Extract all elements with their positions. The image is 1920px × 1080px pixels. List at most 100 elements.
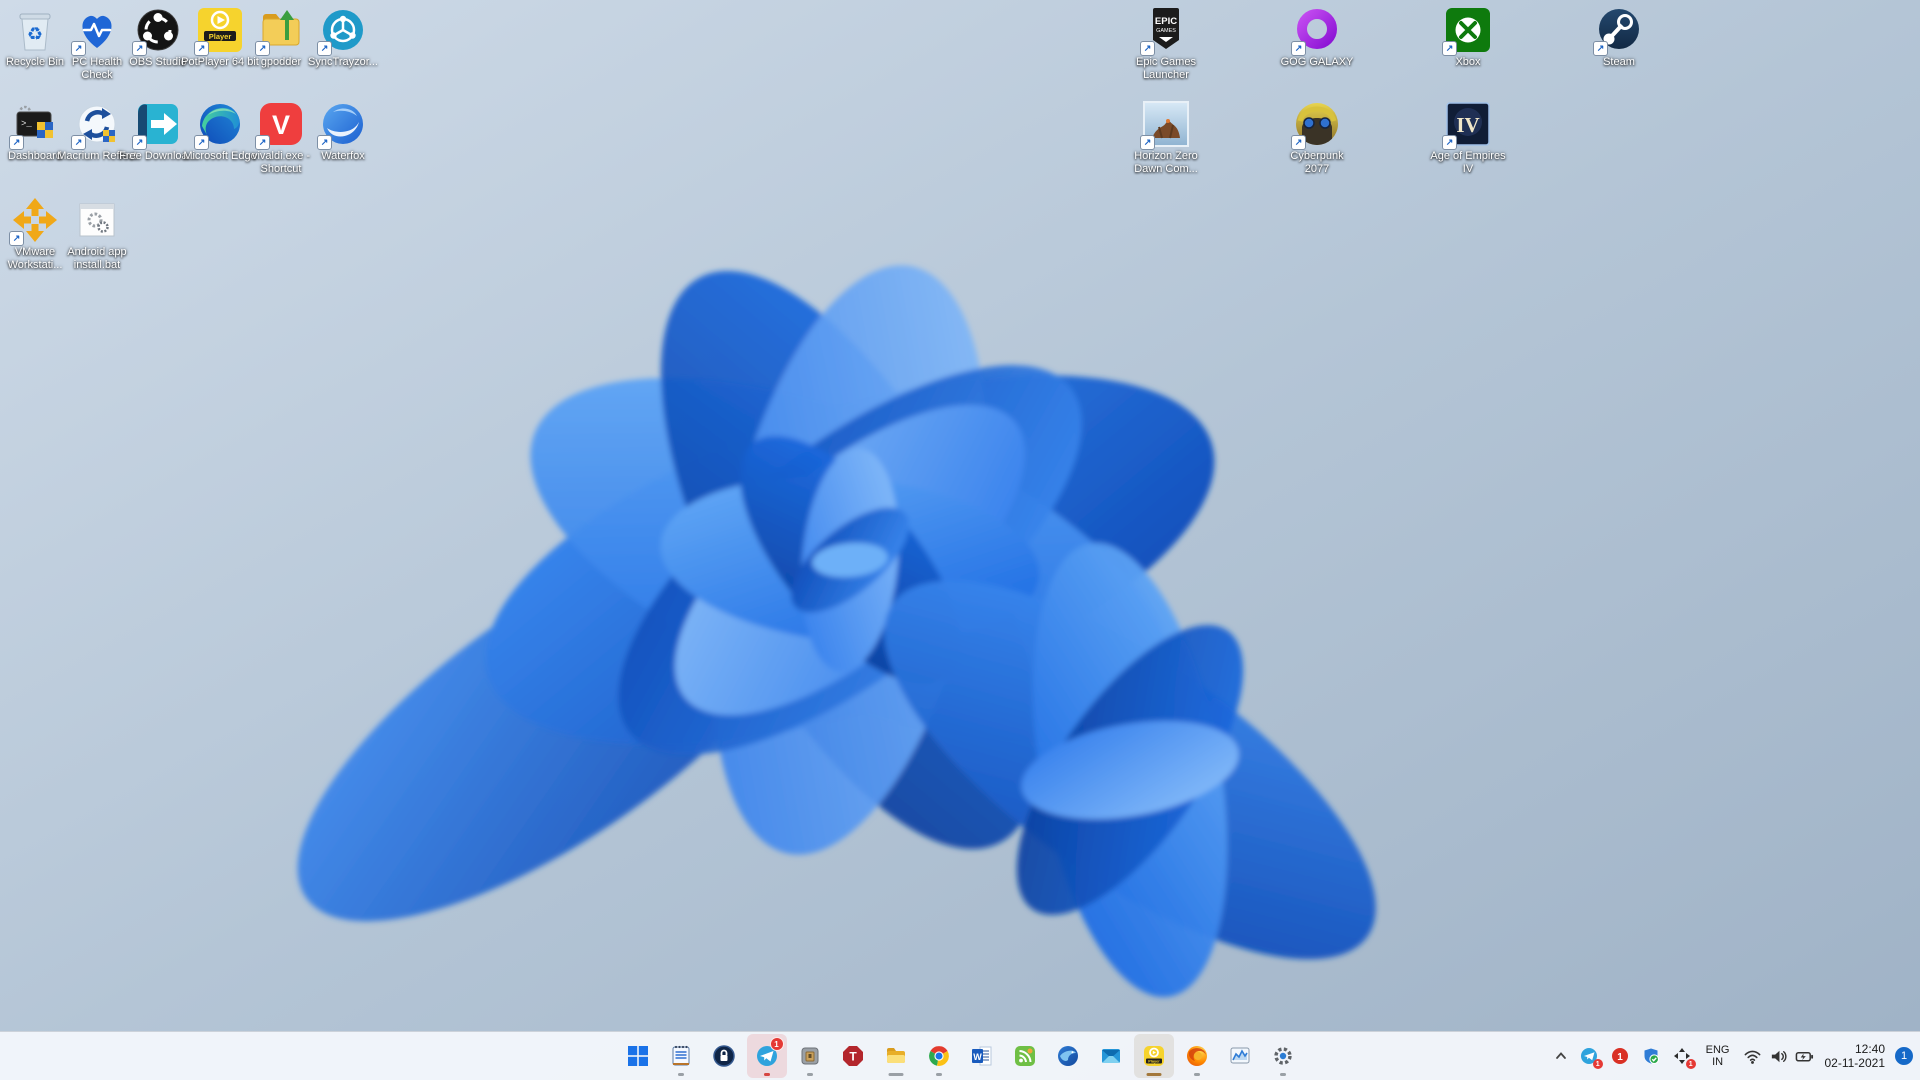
shortcut-arrow-overlay: ↗ [255, 41, 270, 56]
gpodder-folder-icon: ↗ [255, 6, 305, 56]
tray-chevron-up[interactable] [1549, 1036, 1573, 1076]
desktop-icon-steam[interactable]: ↗ Steam [1579, 6, 1659, 69]
shortcut-arrow-overlay: ↗ [1140, 41, 1155, 56]
taskbar-rss-reader[interactable] [1005, 1034, 1045, 1078]
epic-text-bottom: GAMES [1156, 28, 1176, 34]
tray-windows-security[interactable] [1636, 1036, 1666, 1076]
task-manager-icon [1230, 1047, 1249, 1064]
language-line1: ENG [1705, 1044, 1730, 1056]
macrium-reflect-icon: ↗ [71, 100, 121, 150]
desktop-icon-android-app-install[interactable]: Android app install.bat [57, 196, 137, 272]
firefox-icon [1186, 1046, 1207, 1066]
icon-label: Dashboard [8, 150, 62, 162]
icon-label: Xbox [1455, 56, 1481, 68]
icon-label: Cyberpunk 2077 [1290, 150, 1344, 175]
taskbar-keepass[interactable] [704, 1034, 744, 1078]
icon-label: gpodder [260, 56, 302, 68]
taskbar-task-manager[interactable] [1220, 1034, 1260, 1078]
shortcut-arrow-overlay: ↗ [317, 41, 332, 56]
shortcut-arrow-overlay: ↗ [1291, 135, 1306, 150]
taskbar-word[interactable]: W [962, 1034, 1002, 1078]
tray-language-switcher[interactable]: ENG IN [1698, 1036, 1738, 1076]
shortcut-arrow-overlay: ↗ [1593, 41, 1608, 56]
keepass-lock-icon [712, 1045, 735, 1067]
taskbar-firefox[interactable] [1177, 1034, 1217, 1078]
language-line2: IN [1712, 1056, 1724, 1068]
desktop-icon-xbox[interactable]: ↗ Xbox [1428, 6, 1508, 69]
icon-label: Recycle Bin [5, 56, 65, 68]
cyberpunk-2077-avatar-icon: ↗ [1291, 100, 1341, 150]
vault-safe-icon [801, 1047, 818, 1065]
tray-clock[interactable]: 12:40 02-11-2021 [1819, 1036, 1892, 1076]
tray-notifications[interactable]: 1 [1605, 1036, 1635, 1076]
shortcut-arrow-overlay: ↗ [9, 135, 24, 150]
icon-label: Android app install.bat [67, 246, 127, 271]
tray-system-icons[interactable] [1739, 1036, 1818, 1076]
vivaldi-icon: V ↗ [255, 100, 305, 150]
word-icon: W [971, 1046, 991, 1066]
pc-health-check-icon: ↗ [71, 6, 121, 56]
taskbar-file-explorer[interactable] [876, 1034, 916, 1078]
taskbar-mail[interactable] [1091, 1034, 1131, 1078]
notepad-icon [672, 1045, 689, 1066]
taskbar-telegram[interactable]: 1 [746, 1034, 787, 1078]
icon-label: SyncTrayzor... [308, 56, 378, 68]
epic-games-icon: EPIC GAMES ↗ [1140, 6, 1190, 56]
battery-charging-icon [1795, 1051, 1813, 1062]
taskbar-thunderbird[interactable] [1048, 1034, 1088, 1078]
vmware-workstation-icon: ↗ [9, 196, 59, 246]
shortcut-arrow-overlay: ↗ [194, 135, 209, 150]
synctrayzor-icon: ↗ [317, 6, 367, 56]
potplayer-icon: Player [1143, 1046, 1164, 1066]
free-download-manager-icon: ↗ [132, 100, 182, 150]
desktop-icon-gog-galaxy[interactable]: ↗ GOG GALAXY [1277, 6, 1357, 69]
shortcut-arrow-overlay: ↗ [71, 41, 86, 56]
epic-text-top: EPIC [1155, 16, 1177, 27]
running-indicator [935, 1073, 942, 1076]
taskbar-potplayer[interactable]: Player [1133, 1034, 1174, 1078]
svg-text:>_: >_ [21, 119, 32, 129]
shortcut-arrow-overlay: ↗ [1442, 41, 1457, 56]
taskbar-settings[interactable] [1263, 1034, 1303, 1078]
desktop-icon-age-of-empires-iv[interactable]: IV ↗ Age of Empires IV [1428, 100, 1508, 176]
desktop-icon-waterfox[interactable]: ↗ Waterfox [303, 100, 383, 163]
recycle-bin-icon: ♻ [11, 6, 59, 54]
desktop-surface[interactable]: ♻ Recycle Bin ↗ PC Health Check ↗ OBS St… [0, 0, 1920, 1080]
t-app-letter: T [849, 1050, 857, 1064]
tray-sync-app[interactable]: 1 [1667, 1036, 1697, 1076]
age-of-empires-iv-icon: IV ↗ [1442, 100, 1492, 150]
wifi-icon [1744, 1050, 1760, 1064]
notification-count-badge[interactable]: 1 [1895, 1047, 1913, 1065]
steam-icon: ↗ [1593, 6, 1643, 56]
windows-logo-icon [627, 1046, 648, 1066]
taskbar-chrome[interactable] [919, 1034, 959, 1078]
desktop-icon-synctrayzor[interactable]: ↗ SyncTrayzor... [303, 6, 383, 69]
running-indicator [1279, 1073, 1286, 1076]
desktop-icon-horizon-zero-dawn[interactable]: ↗ Horizon Zero Dawn Com... [1126, 100, 1206, 176]
taskbar-vault-app[interactable] [790, 1034, 830, 1078]
thunderbird-icon [1057, 1046, 1078, 1066]
running-indicator [806, 1073, 813, 1076]
desktop-icon-cyberpunk-2077[interactable]: ↗ Cyberpunk 2077 [1277, 100, 1357, 176]
tray-telegram[interactable]: 1 [1574, 1036, 1604, 1076]
word-letter: W [973, 1052, 982, 1062]
sync-app-badge: 1 [1685, 1059, 1696, 1069]
microsoft-edge-icon: ↗ [194, 100, 244, 150]
potplayer-band-text: Player [209, 32, 232, 41]
dashboard-terminal-icon: >_ ↗ [9, 100, 59, 150]
waterfox-icon: ↗ [317, 100, 367, 150]
svg-text:1: 1 [1617, 1052, 1623, 1063]
shortcut-arrow-overlay: ↗ [317, 135, 332, 150]
batch-file-gears-icon [73, 196, 121, 244]
rss-reader-icon [1014, 1046, 1035, 1066]
desktop-icon-epic-games[interactable]: EPIC GAMES ↗ Epic Games Launcher [1126, 6, 1206, 82]
taskbar-t-app[interactable]: T [833, 1034, 873, 1078]
gog-galaxy-icon: ↗ [1291, 6, 1341, 56]
shortcut-arrow-overlay: ↗ [1291, 41, 1306, 56]
icon-label: OBS Studio [129, 56, 187, 68]
taskbar-notes-app[interactable] [661, 1034, 701, 1078]
start-button[interactable] [618, 1034, 658, 1078]
horizon-zero-dawn-art-icon: ↗ [1140, 100, 1190, 150]
icon-label: Horizon Zero Dawn Com... [1134, 150, 1198, 175]
icon-label: Steam [1603, 56, 1635, 68]
